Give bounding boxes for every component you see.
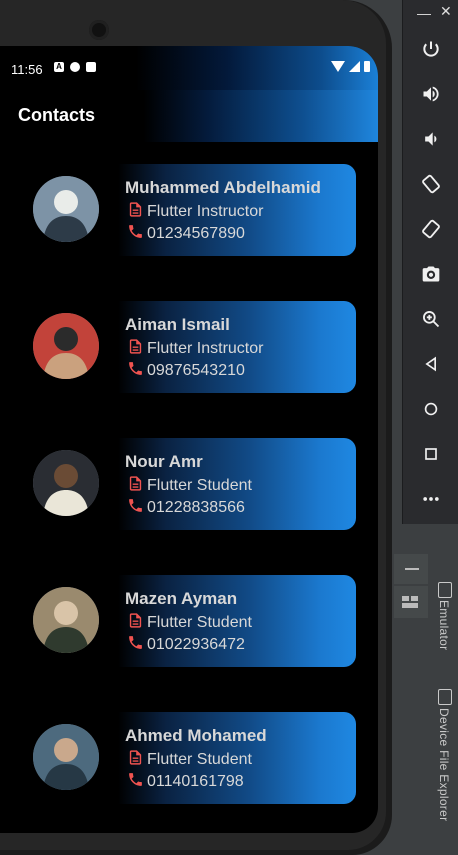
contact-name: Nour Amr — [125, 452, 203, 471]
contact-phone-row[interactable]: 01140161798 — [127, 771, 244, 793]
document-icon — [127, 338, 147, 360]
phone-icon — [127, 223, 147, 245]
notification-sync-icon — [70, 62, 80, 72]
home-button[interactable] — [419, 397, 443, 421]
contact-role-row: Flutter Instructor — [127, 201, 263, 223]
contact-role: Flutter Student — [147, 751, 252, 768]
contact-phone: 09876543210 — [147, 362, 245, 379]
back-icon — [421, 354, 441, 374]
contact-role-row: Flutter Student — [127, 612, 252, 634]
contact-card[interactable]: Ahmed Mohamed Flutter Student 01140161798 — [118, 712, 356, 804]
contact-role: Flutter Student — [147, 477, 252, 494]
contact-role: Flutter Instructor — [147, 340, 264, 357]
contact-item[interactable]: Aiman Ismail Flutter Instructor 0987654321… — [0, 301, 378, 393]
contact-phone: 01228838566 — [147, 499, 245, 516]
contact-name: Aiman Ismail — [125, 315, 230, 334]
device-file-explorer-tab-icon — [438, 689, 452, 705]
contact-phone-row[interactable]: 09876543210 — [127, 360, 245, 382]
notification-icons: A — [54, 62, 96, 72]
rotate-left-button[interactable] — [419, 172, 443, 196]
page-title: Contacts — [18, 105, 96, 125]
close-button[interactable]: ✕ — [440, 3, 452, 20]
emulator-titlebar: — ✕ — [403, 0, 458, 26]
contact-phone-row[interactable]: 01228838566 — [127, 497, 245, 519]
ide-side-strip: Emulator Device File Explorer — [394, 524, 458, 855]
home-icon — [421, 399, 441, 419]
contact-item[interactable]: Nour Amr Flutter Student 01228838566 — [0, 438, 378, 530]
contact-phone: 01234567890 — [147, 225, 245, 242]
overview-button[interactable] — [419, 442, 443, 466]
contact-item[interactable]: Ahmed Mohamed Flutter Student 01140161798 — [0, 712, 378, 804]
power-icon — [421, 39, 441, 59]
overview-icon — [421, 444, 441, 464]
rotate-right-button[interactable] — [419, 217, 443, 241]
status-bar: 11:56 A — [0, 46, 378, 90]
notification-sd-icon — [86, 62, 96, 72]
volume-down-icon — [421, 129, 441, 149]
minimize-panel-button[interactable] — [394, 554, 428, 584]
system-icons — [331, 61, 370, 72]
document-icon — [127, 201, 147, 223]
avatar — [33, 176, 99, 242]
contact-item[interactable]: Muhammed Abdelhamid Flutter Instructor 012… — [0, 164, 378, 256]
layout-button[interactable] — [394, 586, 428, 618]
more-button[interactable] — [419, 487, 443, 511]
camera-icon — [89, 20, 109, 40]
wifi-icon — [331, 61, 345, 72]
zoom-icon — [421, 309, 441, 329]
back-button[interactable] — [419, 352, 443, 376]
contact-phone: 01140161798 — [147, 773, 244, 790]
volume-down-button[interactable] — [419, 127, 443, 151]
zoom-button[interactable] — [419, 307, 443, 331]
avatar — [33, 450, 99, 516]
emulator-tab-icon — [438, 582, 452, 598]
more-icon — [421, 489, 441, 509]
emulator-panel: — ✕ — [402, 0, 458, 524]
notification-a-icon: A — [54, 62, 64, 72]
volume-up-button[interactable] — [419, 82, 443, 106]
contact-phone-row[interactable]: 01022936472 — [127, 634, 245, 656]
document-icon — [127, 749, 147, 771]
contact-name: Mazen Ayman — [125, 589, 238, 608]
contact-name: Muhammed Abdelhamid — [125, 178, 321, 197]
battery-icon — [364, 61, 370, 72]
app-bar: Contacts — [0, 90, 378, 142]
contact-card[interactable]: Mazen Ayman Flutter Student 01022936472 — [118, 575, 356, 667]
rotate-right-icon — [421, 219, 441, 239]
power-button[interactable] — [419, 37, 443, 61]
avatar — [33, 587, 99, 653]
phone-screen: 11:56 A Contacts Muhammed Abdelhamid Flut… — [0, 46, 378, 833]
signal-icon — [349, 61, 360, 72]
contact-card[interactable]: Aiman Ismail Flutter Instructor 0987654321… — [118, 301, 356, 393]
avatar — [33, 724, 99, 790]
contact-item[interactable]: Mazen Ayman Flutter Student 01022936472 — [0, 575, 378, 667]
document-icon — [127, 612, 147, 634]
phone-icon — [127, 497, 147, 519]
phone-icon — [127, 771, 147, 793]
volume-up-icon — [421, 84, 441, 104]
camera-button[interactable] — [419, 262, 443, 286]
rotate-left-icon — [421, 174, 441, 194]
contact-role-row: Flutter Instructor — [127, 338, 263, 360]
phone-icon — [127, 360, 147, 382]
tab-device-file-explorer[interactable]: Device File Explorer — [437, 708, 451, 821]
contact-role-row: Flutter Student — [127, 475, 252, 497]
camera-icon — [421, 264, 441, 284]
avatar — [33, 313, 99, 379]
contact-phone: 01022936472 — [147, 636, 245, 653]
contact-card[interactable]: Muhammed Abdelhamid Flutter Instructor 012… — [118, 164, 356, 256]
contact-role-row: Flutter Student — [127, 749, 252, 771]
phone-frame: 11:56 A Contacts Muhammed Abdelhamid Flut… — [0, 0, 392, 855]
contact-role: Flutter Instructor — [147, 203, 264, 220]
contact-role: Flutter Student — [147, 614, 252, 631]
minimize-button[interactable]: — — [417, 5, 431, 21]
status-time: 11:56 — [11, 62, 43, 77]
contact-name: Ahmed Mohamed — [125, 726, 267, 745]
contact-card[interactable]: Nour Amr Flutter Student 01228838566 — [118, 438, 356, 530]
phone-icon — [127, 634, 147, 656]
contact-phone-row[interactable]: 01234567890 — [127, 223, 245, 245]
document-icon — [127, 475, 147, 497]
tab-emulator[interactable]: Emulator — [437, 600, 451, 650]
